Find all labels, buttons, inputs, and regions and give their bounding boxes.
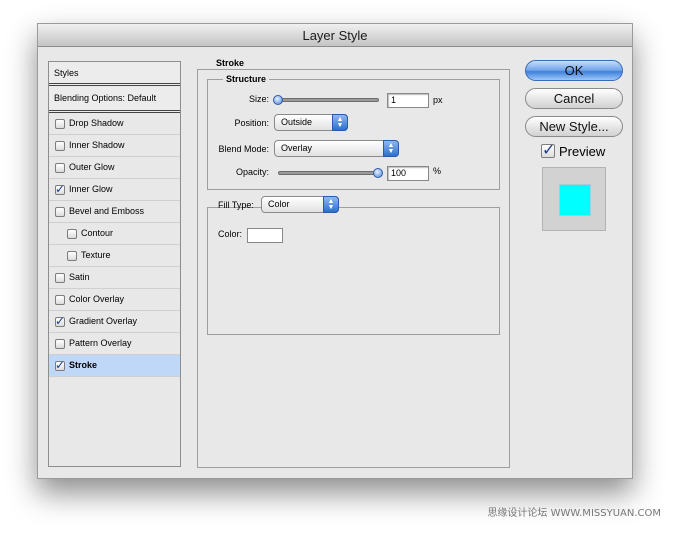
opacity-slider-thumb[interactable] bbox=[373, 168, 383, 178]
structure-title: Structure bbox=[223, 74, 270, 84]
style-item[interactable]: ✓ Inner Glow bbox=[49, 179, 180, 201]
style-item[interactable]: ✓ Bevel and Emboss bbox=[49, 201, 180, 223]
dialog-title: Layer Style bbox=[38, 24, 632, 47]
style-checkbox[interactable]: ✓ bbox=[55, 358, 66, 372]
style-checkbox[interactable]: ✓ bbox=[55, 273, 65, 283]
style-item[interactable]: ✓ Inner Shadow bbox=[49, 135, 180, 157]
new-style-button[interactable]: New Style... bbox=[525, 116, 623, 137]
style-item[interactable]: ✓ Drop Shadow bbox=[49, 113, 180, 135]
layer-style-dialog: Layer Style Styles Blending Options: Def… bbox=[37, 23, 633, 479]
style-checkbox[interactable]: ✓ bbox=[55, 207, 65, 217]
fill-type-select[interactable]: Color ▲ ▼ bbox=[261, 196, 339, 213]
style-item-label: Pattern Overlay bbox=[69, 338, 132, 348]
style-checkbox[interactable]: ✓ bbox=[55, 163, 65, 173]
style-item-label: Gradient Overlay bbox=[69, 316, 138, 326]
blend-mode-value: Overlay bbox=[281, 143, 313, 153]
blend-mode-select[interactable]: Overlay ▲ ▼ bbox=[274, 140, 399, 157]
checkmark-icon: ✓ bbox=[55, 182, 66, 196]
style-item-label: Outer Glow bbox=[69, 162, 115, 172]
color-swatch[interactable] bbox=[247, 228, 283, 243]
style-item-label: Satin bbox=[69, 272, 90, 282]
opacity-input[interactable]: 100 bbox=[387, 166, 429, 181]
style-item-label: Drop Shadow bbox=[69, 118, 124, 128]
style-checkbox[interactable]: ✓ bbox=[55, 314, 66, 328]
stroke-section-title: Stroke bbox=[213, 58, 248, 68]
styles-panel: Styles Blending Options: Default ✓ Drop S… bbox=[48, 61, 181, 467]
style-list: ✓Drop Shadow✓Inner Shadow✓Outer Glow✓Inn… bbox=[49, 113, 180, 377]
checkmark-icon: ✓ bbox=[55, 314, 66, 328]
style-item[interactable]: ✓ Stroke bbox=[49, 355, 180, 377]
style-item-label: Contour bbox=[81, 228, 114, 238]
style-checkbox[interactable]: ✓ bbox=[55, 119, 65, 129]
fill-type-group bbox=[207, 207, 500, 335]
preview-box bbox=[542, 167, 606, 231]
checkmark-icon: ✓ bbox=[55, 358, 66, 372]
opacity-unit: % bbox=[433, 166, 442, 176]
style-item-label: Texture bbox=[81, 250, 111, 260]
ok-button[interactable]: OK bbox=[525, 60, 623, 81]
opacity-label: Opacity: bbox=[235, 167, 269, 177]
style-checkbox[interactable]: ✓ bbox=[67, 251, 77, 261]
size-unit: px bbox=[433, 95, 443, 105]
blending-options-item[interactable]: Blending Options: Default bbox=[49, 86, 180, 113]
select-arrows-icon: ▲ ▼ bbox=[383, 140, 399, 157]
size-slider-thumb[interactable] bbox=[273, 95, 283, 105]
opacity-slider[interactable] bbox=[278, 171, 379, 175]
style-item[interactable]: ✓ Satin bbox=[49, 267, 180, 289]
style-item-label: Bevel and Emboss bbox=[69, 206, 145, 216]
style-item-label: Inner Shadow bbox=[69, 140, 125, 150]
style-item[interactable]: ✓ Gradient Overlay bbox=[49, 311, 180, 333]
style-item[interactable]: ✓ Outer Glow bbox=[49, 157, 180, 179]
preview-label: Preview bbox=[559, 144, 606, 159]
style-item[interactable]: ✓ Pattern Overlay bbox=[49, 333, 180, 355]
color-label: Color: bbox=[218, 229, 243, 239]
cancel-button[interactable]: Cancel bbox=[525, 88, 623, 109]
size-slider[interactable] bbox=[278, 98, 379, 102]
position-select[interactable]: Outside ▲ ▼ bbox=[274, 114, 348, 131]
select-arrows-icon: ▲ ▼ bbox=[332, 114, 348, 131]
preview-swatch bbox=[559, 184, 591, 216]
style-checkbox[interactable]: ✓ bbox=[67, 229, 77, 239]
style-item-label: Color Overlay bbox=[69, 294, 125, 304]
style-checkbox[interactable]: ✓ bbox=[55, 339, 65, 349]
size-input[interactable]: 1 bbox=[387, 93, 429, 108]
position-label: Position: bbox=[234, 118, 269, 128]
style-item[interactable]: ✓ Texture bbox=[49, 245, 180, 267]
style-checkbox[interactable]: ✓ bbox=[55, 182, 66, 196]
position-value: Outside bbox=[281, 117, 313, 127]
style-checkbox[interactable]: ✓ bbox=[55, 295, 65, 305]
style-item[interactable]: ✓ Color Overlay bbox=[49, 289, 180, 311]
style-checkbox[interactable]: ✓ bbox=[55, 141, 65, 151]
styles-header[interactable]: Styles bbox=[49, 62, 180, 86]
style-item[interactable]: ✓ Contour bbox=[49, 223, 180, 245]
select-arrows-icon: ▲ ▼ bbox=[323, 196, 339, 213]
style-item-label: Inner Glow bbox=[69, 184, 113, 194]
style-item-label: Stroke bbox=[69, 360, 98, 370]
fill-type-value: Color bbox=[268, 199, 290, 209]
watermark: 思缘设计论坛 WWW.MISSYUAN.COM bbox=[487, 508, 661, 519]
size-label: Size: bbox=[248, 94, 269, 104]
blend-mode-label: Blend Mode: bbox=[218, 144, 269, 154]
fill-type-label: Fill Type: bbox=[218, 200, 254, 210]
preview-checkbox[interactable]: ✓ bbox=[541, 142, 555, 159]
checkmark-icon: ✓ bbox=[542, 142, 556, 159]
